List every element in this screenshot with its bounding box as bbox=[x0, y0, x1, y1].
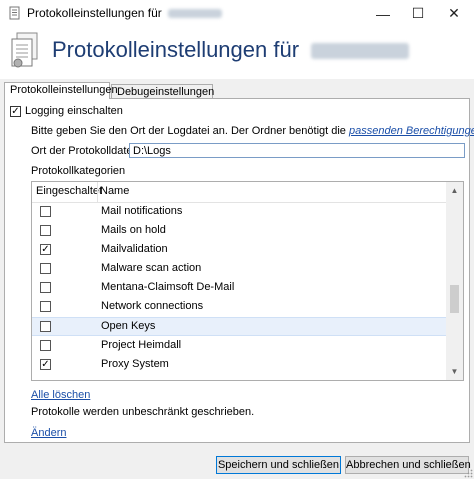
list-item[interactable]: ✓ Proxy System bbox=[32, 355, 448, 374]
row-name: Mails on hold bbox=[101, 224, 166, 236]
row-name: Mail notifications bbox=[101, 205, 183, 217]
row-name: Mentana-Claimsoft De-Mail bbox=[101, 281, 235, 293]
permissions-link[interactable]: passenden Berechtigungen bbox=[349, 125, 474, 137]
logging-enable-checkbox[interactable]: ✓ bbox=[10, 106, 21, 117]
maximize-button[interactable]: ☐ bbox=[400, 0, 436, 27]
change-link[interactable]: Ändern bbox=[31, 427, 66, 439]
row-name: Network connections bbox=[101, 300, 204, 312]
redacted-server-name bbox=[168, 9, 223, 19]
window-title-text: Protokolleinstellungen für bbox=[27, 6, 162, 20]
cancel-and-close-button[interactable]: Abbrechen und schließen bbox=[345, 456, 471, 474]
clear-all-link[interactable]: Alle löschen bbox=[31, 389, 90, 401]
dialog-header: Protokolleinstellungen für bbox=[0, 27, 474, 79]
list-vertical-scrollbar[interactable]: ▲ ▼ bbox=[446, 182, 463, 380]
row-enabled-checkbox[interactable] bbox=[40, 301, 51, 312]
redacted-header-server-name bbox=[311, 43, 410, 60]
row-enabled-checkbox[interactable] bbox=[40, 321, 51, 332]
logging-enable-label: Logging einschalten bbox=[25, 105, 123, 117]
row-enabled-checkbox[interactable]: ✓ bbox=[40, 359, 51, 370]
list-item[interactable]: ✓ Mailvalidation bbox=[32, 240, 448, 259]
scroll-up-arrow-icon[interactable]: ▲ bbox=[446, 182, 463, 199]
row-name: Proxy System bbox=[101, 358, 169, 370]
list-header: Eingeschaltet Name bbox=[32, 182, 448, 203]
row-name: Mailvalidation bbox=[101, 243, 168, 255]
log-location-info-text: Bitte geben Sie den Ort der Logdatei an.… bbox=[31, 125, 346, 137]
resize-grip-icon[interactable] bbox=[463, 468, 473, 478]
scroll-down-arrow-icon[interactable]: ▼ bbox=[446, 363, 463, 380]
settings-document-icon bbox=[11, 32, 38, 68]
log-location-info: Bitte geben Sie den Ort der Logdatei an.… bbox=[31, 125, 474, 137]
list-item[interactable]: Network connections bbox=[32, 297, 448, 316]
tab-debugeinstellungen[interactable]: Debugeinstellungen bbox=[111, 84, 214, 99]
save-and-close-button[interactable]: Speichern und schließen bbox=[216, 456, 341, 474]
app-icon bbox=[9, 6, 20, 20]
list-item[interactable]: Mails on hold bbox=[32, 221, 448, 240]
list-item-selected[interactable]: Open Keys bbox=[32, 317, 448, 336]
column-header-name[interactable]: Name bbox=[100, 185, 129, 197]
row-enabled-checkbox[interactable] bbox=[40, 206, 51, 217]
tab-protokolleinstellungen[interactable]: Protokolleinstellungen bbox=[4, 82, 118, 99]
page-title: Protokolleinstellungen für bbox=[52, 37, 410, 63]
row-enabled-checkbox[interactable] bbox=[40, 282, 51, 293]
column-header-enabled[interactable]: Eingeschaltet bbox=[36, 185, 102, 197]
row-name: Malware scan action bbox=[101, 262, 202, 274]
row-enabled-checkbox[interactable] bbox=[40, 263, 51, 274]
scrollbar-thumb[interactable] bbox=[450, 285, 459, 313]
log-path-input[interactable] bbox=[129, 143, 465, 158]
list-item[interactable]: Mentana-Claimsoft De-Mail bbox=[32, 278, 448, 297]
minimize-button[interactable]: — bbox=[365, 0, 401, 27]
row-enabled-checkbox[interactable] bbox=[40, 225, 51, 236]
list-item[interactable]: Malware scan action bbox=[32, 259, 448, 278]
title-bar: Protokolleinstellungen für — ☐ ✕ bbox=[0, 0, 474, 27]
close-button[interactable]: ✕ bbox=[436, 0, 472, 27]
categories-section-label: Protokollkategorien bbox=[31, 165, 126, 177]
row-enabled-checkbox[interactable]: ✓ bbox=[40, 244, 51, 255]
row-enabled-checkbox[interactable] bbox=[40, 340, 51, 351]
retention-info: Protokolle werden unbeschränkt geschrieb… bbox=[31, 406, 255, 418]
categories-list[interactable]: Eingeschaltet Name Mail notifications Ma… bbox=[31, 181, 464, 381]
row-name: Open Keys bbox=[101, 320, 156, 332]
row-name: Project Heimdall bbox=[101, 339, 182, 351]
list-item[interactable]: Project Heimdall bbox=[32, 336, 448, 355]
log-path-label: Ort der Protokolldatei bbox=[31, 145, 135, 157]
column-separator[interactable] bbox=[97, 182, 98, 202]
page-title-text: Protokolleinstellungen für bbox=[52, 37, 300, 62]
window-title: Protokolleinstellungen für bbox=[27, 6, 223, 20]
list-item[interactable]: Mail notifications bbox=[32, 202, 448, 221]
